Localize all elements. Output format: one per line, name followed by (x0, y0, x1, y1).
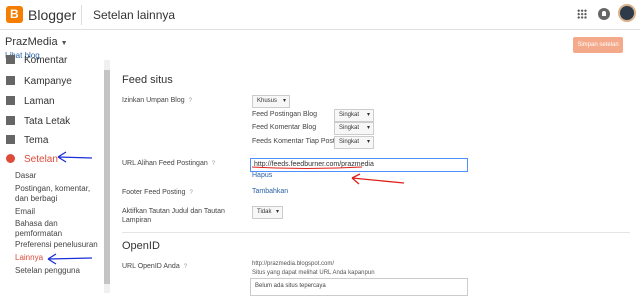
section-divider (122, 232, 630, 233)
sidebar-subitem-search[interactable]: Preferensi penelusuran (15, 240, 103, 250)
feed-section-title: Feed situs (122, 74, 173, 86)
openid-url-value: http://prazmedia.blogspot.com/ (252, 261, 335, 267)
page-icon (6, 96, 15, 105)
allow-feed-label: Izinkan Umpan Blog? (122, 97, 192, 106)
sidebar-subitem-other[interactable]: Lainnya (15, 253, 103, 263)
help-icon[interactable]: ? (189, 189, 192, 198)
gear-icon (6, 154, 15, 163)
redirect-url-label: URL Alihan Feed Postingan? (122, 160, 216, 169)
redirect-url-input[interactable]: http://feeds.feedburner.com/prazmedia (250, 158, 468, 172)
openid-url-label: URL OpenID Anda? (122, 263, 188, 272)
footer-feed-label: Footer Feed Posting? (122, 189, 193, 198)
page-title: Setelan lainnya (93, 8, 176, 22)
per-post-feed-select[interactable]: Singkat (334, 136, 374, 149)
blogger-logo-icon[interactable] (6, 6, 23, 23)
sidebar-subitem-posts[interactable]: Postingan, komentar, dan berbagi (15, 184, 103, 204)
sidebar-subitem-language[interactable]: Bahasa dan pemformatan (15, 219, 103, 239)
brand-name: Blogger (28, 7, 77, 23)
post-feed-label: Feed Postingan Blog (252, 111, 317, 118)
sidebar-item-pages[interactable]: Laman (6, 96, 55, 107)
comment-feed-label: Feed Komentar Blog (252, 124, 317, 131)
sidebar: Komentar Kampanye Laman Tata Letak Tema … (0, 55, 103, 293)
sidebar-subitem-user[interactable]: Setelan pengguna (15, 266, 103, 276)
sidebar-item-comments[interactable]: Komentar (6, 55, 67, 66)
caret-down-icon: ▼ (60, 40, 68, 47)
sidebar-item-settings[interactable]: Setelan (6, 154, 58, 165)
help-icon[interactable]: ? (189, 97, 192, 106)
add-footer-link[interactable]: Tambahkan (252, 188, 288, 195)
openid-note: Situs yang dapat melihat URL Anda kapanp… (252, 270, 375, 276)
divider (81, 5, 82, 25)
sidebar-subitem-email[interactable]: Email (15, 207, 103, 217)
openid-section-title: OpenID (122, 240, 160, 252)
comment-feed-select[interactable]: Singkat (334, 122, 374, 135)
enclosure-links-label: Aktifkan Tautan Judul dan Tautan Lampira… (122, 208, 225, 224)
trusted-sites-box: Belum ada situs tepercaya (250, 278, 468, 296)
sidebar-item-layout[interactable]: Tata Letak (6, 116, 70, 127)
sidebar-item-theme[interactable]: Tema (6, 135, 48, 146)
avatar[interactable] (618, 4, 636, 22)
apps-grid-icon[interactable] (577, 9, 587, 19)
top-bar: Blogger Setelan lainnya (0, 0, 640, 30)
help-icon[interactable]: ? (212, 160, 215, 169)
allow-feed-select[interactable]: Khusus (252, 95, 290, 108)
layout-icon (6, 116, 15, 125)
delete-link[interactable]: Hapus (252, 172, 272, 179)
sidebar-subitem-basic[interactable]: Dasar (15, 171, 103, 181)
blog-selector[interactable]: PrazMedia ▼ (5, 36, 68, 48)
settings-panel: Feed situs Izinkan Umpan Blog? Khusus Fe… (110, 60, 630, 296)
per-post-feed-label: Feeds Komentar Tiap Posting (252, 138, 345, 145)
comment-icon (6, 55, 15, 64)
help-icon[interactable]: ? (184, 263, 187, 272)
campaign-icon (6, 76, 15, 85)
post-feed-select[interactable]: Singkat (334, 109, 374, 122)
theme-icon (6, 135, 15, 144)
sidebar-item-campaigns[interactable]: Kampanye (6, 76, 72, 87)
save-settings-button[interactable]: Simpan setelan (573, 37, 623, 53)
notifications-icon[interactable] (598, 8, 610, 20)
enclosure-links-select[interactable]: Tidak (252, 206, 283, 219)
blog-name: PrazMedia (5, 36, 58, 48)
